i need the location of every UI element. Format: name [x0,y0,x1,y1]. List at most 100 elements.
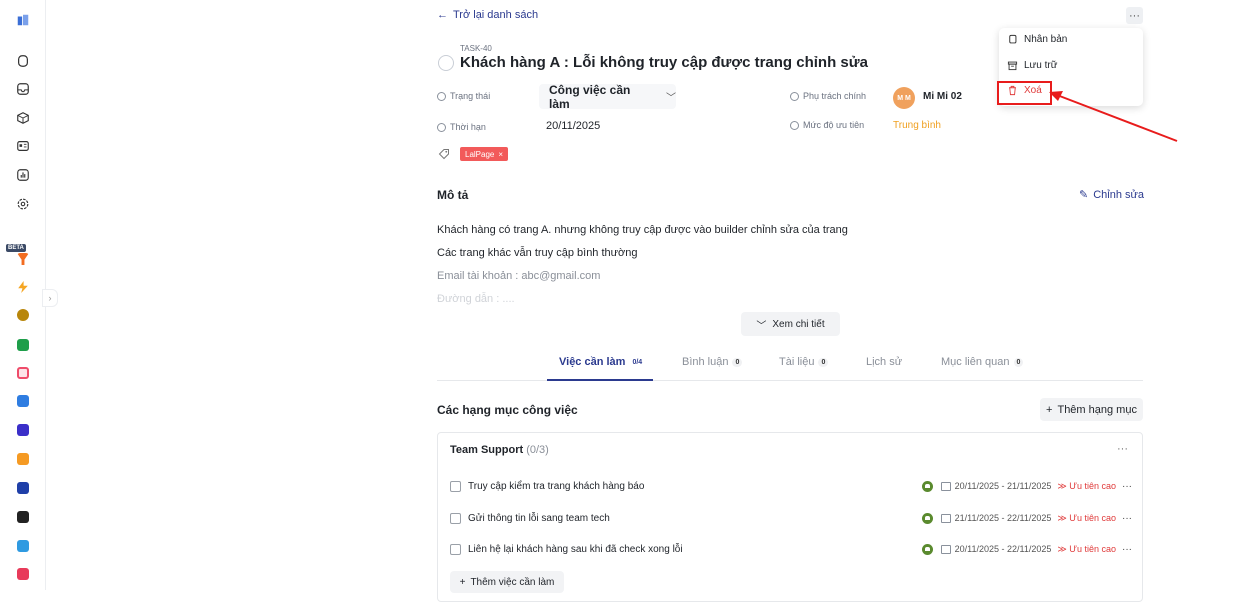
record-app-icon[interactable] [14,565,32,583]
archive-icon [1007,61,1018,71]
arrow-left-icon: ← [437,9,448,21]
cube-outline-icon[interactable] [14,52,32,70]
active-tab-indicator [547,379,653,381]
back-link[interactable]: ← Trở lại danh sách [437,9,538,21]
calendar-icon [940,513,951,523]
description-line: Khách hàng có trang A. nhưng không truy … [437,224,848,236]
task-dates[interactable]: 20/11/2025 - 22/11/2025 [955,544,1052,554]
priority-value[interactable]: Trung bình [893,120,941,131]
menu-item-archive[interactable]: Lưu trữ [1007,60,1057,71]
task-priority[interactable]: ≫ Ưu tiên cao [1057,513,1116,524]
task-dates[interactable]: 20/11/2025 - 21/11/2025 [955,481,1052,491]
calendar-icon [940,544,951,554]
ticket-app-icon[interactable] [14,450,32,468]
building-icon[interactable] [14,11,32,29]
task-checkbox[interactable] [450,480,461,492]
status-label: Trạng thái [437,91,490,101]
plus-icon: + [1046,403,1053,416]
row-more-button[interactable]: ··· [1122,481,1132,492]
task-id: TASK-40 [460,44,492,53]
status-select[interactable]: Công việc cần làm ﹀ [539,83,676,111]
store-app-icon[interactable] [14,336,32,354]
task-name[interactable]: Truy cập kiểm tra trang khách hàng báo [468,481,922,492]
assignee-avatar[interactable] [921,543,933,555]
chevron-down-icon: ﹀ [756,320,767,332]
list-item[interactable]: Liên hệ lại khách hàng sau khi đã check … [450,539,1132,559]
assignee-avatar[interactable] [921,512,933,524]
task-name[interactable]: Liên hệ lại khách hàng sau khi đã check … [468,544,922,555]
double-chevron-up-icon: ≫ [1057,543,1067,554]
tag-chip[interactable]: LalPage × [460,147,509,161]
tab-documents[interactable]: Tài liệu 0 [779,356,829,368]
group-more-button[interactable]: ··· [1117,443,1128,455]
assignee-name[interactable]: Mi Mi 02 [923,91,962,102]
user-icon [790,91,799,101]
tab-comments[interactable]: Bình luận 0 [682,356,743,368]
task-checkbox[interactable] [450,543,461,555]
task-priority[interactable]: ≫ Ưu tiên cao [1057,544,1116,555]
tab-bar: Việc cần làm 0/4 Bình luận 0 Tài liệu 0 Lịc… [437,350,1143,381]
bolt-app-icon[interactable] [14,278,32,296]
checklist-group: Team Support (0/3) ··· Truy cập kiểm tra… [437,432,1143,602]
pencil-icon: ✎ [1079,189,1089,201]
deadline-value[interactable]: 20/11/2025 [546,120,600,132]
tab-related[interactable]: Mục liên quan 0 [941,356,1024,368]
plus-icon: + [459,576,466,588]
task-priority[interactable]: ≫ Ưu tiên cao [1057,481,1116,492]
tab-todo[interactable]: Việc cần làm 0/4 [559,356,645,368]
menu-item-duplicate[interactable]: Nhân bản [1007,34,1067,45]
list-item[interactable]: Gửi thông tin lỗi sang team tech 21/11/2… [450,508,1132,528]
complete-toggle[interactable] [438,55,454,71]
link-app-icon[interactable] [14,364,32,382]
tag-label: LalPage [465,149,495,159]
close-icon[interactable]: × [498,150,503,159]
chevron-down-icon: ﹀ [666,93,676,104]
description-line: Các trang khác vẫn truy cập bình thường [437,247,638,259]
clock-icon [437,122,446,132]
priority-label: Mức độ ưu tiên [790,120,864,130]
add-category-button[interactable]: + Thêm hạng mục [1040,398,1143,421]
copy-icon [1009,34,1017,44]
double-chevron-up-icon: ≫ [1057,512,1067,523]
task-name[interactable]: Gửi thông tin lỗi sang team tech [468,513,922,524]
deadline-label: Thời hạn [437,122,486,132]
annotation-arrow-icon [1049,91,1178,142]
list-item[interactable]: Truy cập kiểm tra trang khách hàng báo 2… [450,476,1132,496]
funnel-app-icon[interactable] [14,250,32,268]
task-checkbox[interactable] [450,512,461,524]
id-card-icon[interactable] [14,137,32,155]
sidebar-collapse-button[interactable]: › [42,289,58,307]
cc-app-icon[interactable] [14,479,32,497]
assignee-avatar[interactable] [921,480,933,492]
edit-app-icon[interactable] [14,537,32,555]
task-dates[interactable]: 21/11/2025 - 22/11/2025 [955,513,1052,523]
inbox-icon[interactable] [14,80,32,98]
tab-history[interactable]: Lịch sử [866,356,902,368]
group-title[interactable]: Team Support (0/3) [450,444,549,456]
page-title[interactable]: Khách hàng A : Lỗi không truy cập được t… [460,54,868,71]
settings-icon[interactable] [14,195,32,213]
description-line: Đường dẫn : .... [437,293,515,305]
more-options-button[interactable]: ··· [1126,7,1143,24]
checklist-title: Các hạng mục công việc [437,403,578,417]
tag-icon[interactable] [438,148,450,160]
avatar[interactable]: M M [893,87,915,109]
row-more-button[interactable]: ··· [1122,513,1132,524]
box-icon[interactable] [14,109,32,127]
row-more-button[interactable]: ··· [1122,544,1132,555]
edit-description-button[interactable]: ✎ Chỉnh sửa [1079,188,1144,202]
film-app-icon[interactable] [14,508,32,526]
back-label: Trở lại danh sách [453,9,539,21]
calendar-icon [940,481,951,491]
description-line: Email tài khoản : abc@gmail.com [437,270,601,282]
priority-icon [790,120,799,130]
doc-app-icon[interactable] [14,392,32,410]
chevron-right-icon: › [48,293,52,303]
assignee-label: Phụ trách chính [790,91,866,101]
globe-app-icon[interactable] [14,306,32,324]
double-chevron-up-icon: ≫ [1057,480,1067,491]
chart-icon[interactable] [14,166,32,184]
note-app-icon[interactable] [14,421,32,439]
see-more-button[interactable]: ﹀ Xem chi tiết [741,312,840,336]
sidebar: BETA [0,0,46,590]
